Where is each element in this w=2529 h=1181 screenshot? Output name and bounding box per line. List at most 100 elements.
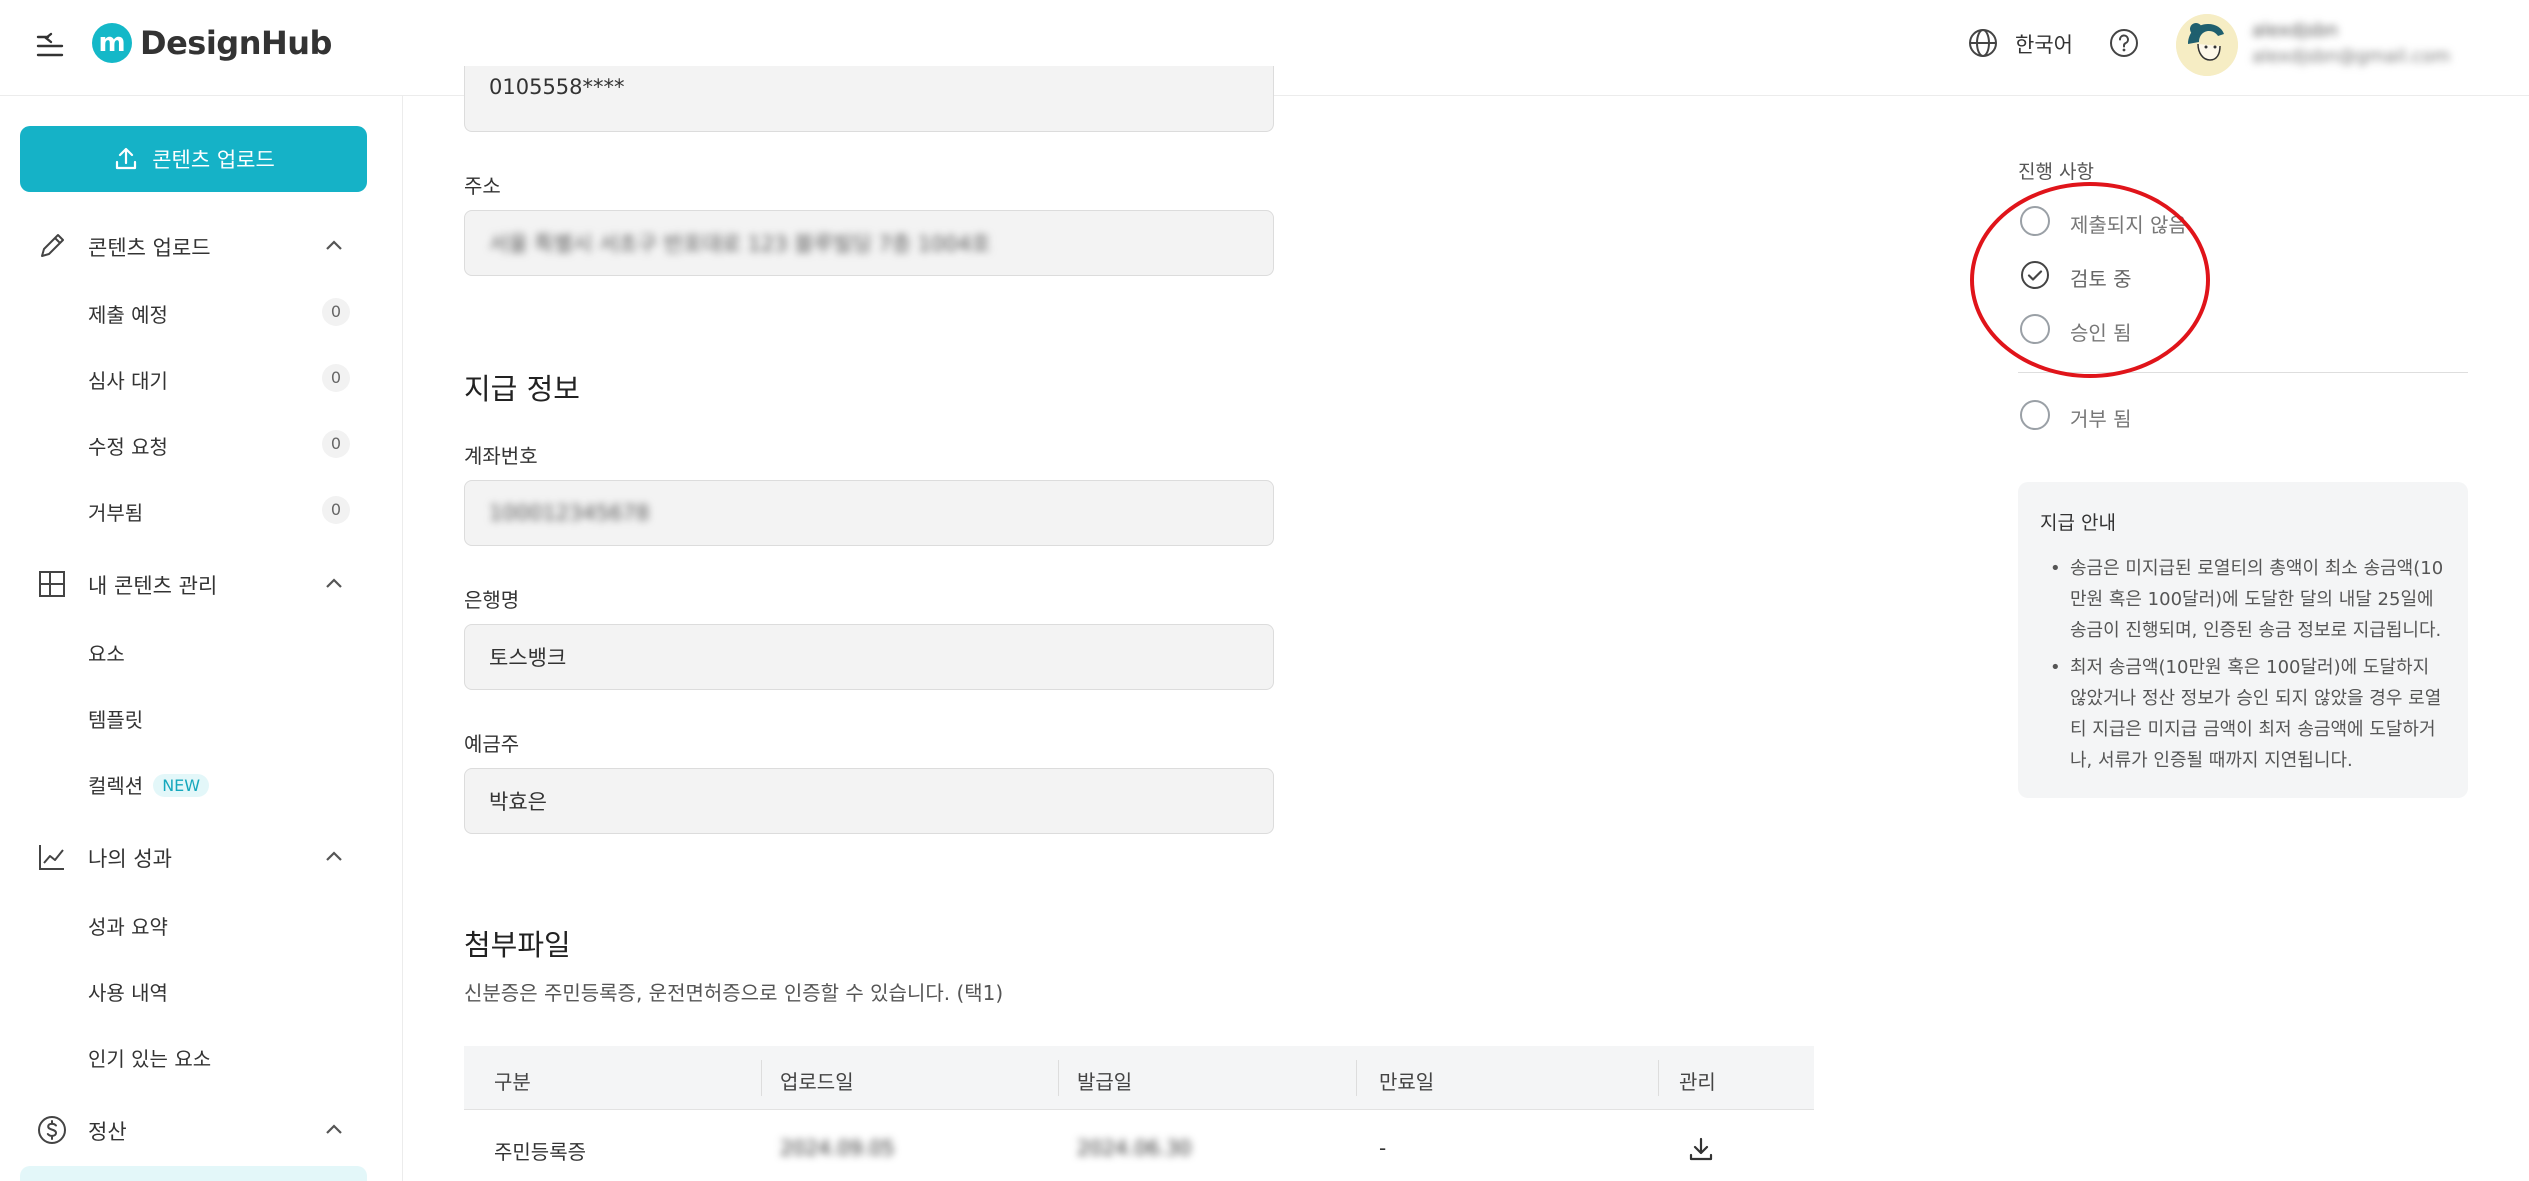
attachments-table-header: 구분 업로드일 발급일 만료일 관리 [464,1046,1814,1110]
phone-field[interactable]: 0105558**** [464,66,1274,132]
chart-line-icon [39,845,64,870]
status-title: 진행 사항 [2018,161,2094,183]
radio-empty-icon[interactable] [2020,400,2050,430]
check-circle-icon[interactable] [2020,260,2050,290]
cell-issued: 2024.06.30 [1077,1136,1192,1160]
column-divider [761,1060,762,1096]
sidebar-item-label: 수정 요청 [88,435,168,459]
status-option-label: 승인 됨 [2070,321,2132,345]
chevron-up-icon[interactable] [322,845,346,869]
sidebar-section-label: 나의 성과 [88,847,172,871]
guide-item: 송금은 미지급된 로열티의 총액이 최소 송금액(10만원 혹은 100달러)에… [2040,553,2446,646]
sidebar-item-review-waiting[interactable]: 심사 대기 0 [0,355,403,401]
logo-icon[interactable]: m [92,23,132,63]
holder-value: 박효은 [489,790,547,814]
chevron-up-icon[interactable] [322,234,346,258]
cell-type: 주민등록증 [494,1140,586,1164]
count-badge: 0 [322,298,350,326]
account-field[interactable]: 100012345678 [464,480,1274,546]
status-option-label: 거부 됨 [2070,407,2132,431]
table-row: 주민등록증 2024.09.05 2024.06.30 - [464,1110,1814,1181]
status-option-reviewing[interactable]: 검토 중 [2018,256,2498,296]
sidebar-item-edit-request[interactable]: 수정 요청 0 [0,421,403,467]
attachments-description: 신분증은 주민등록증, 운전면허증으로 인증할 수 있습니다. (택1) [464,981,1004,1005]
address-value: 서울 특별시 서초구 반포대로 123 블루빌딩 7층 1004호 [489,232,991,256]
sidebar-item-usage-history[interactable]: 사용 내역 [0,967,403,1013]
sidebar-section-label: 내 콘텐츠 관리 [88,574,218,598]
status-option-rejected[interactable]: 거부 됨 [2018,396,2498,436]
divider [2018,372,2468,373]
sidebar-item-label: 사용 내역 [88,981,168,1005]
content-upload-button[interactable]: 콘텐츠 업로드 [20,126,367,192]
attachments-title: 첨부파일 [464,928,571,962]
count-badge: 0 [322,430,350,458]
sidebar-item-popular-elements[interactable]: 인기 있는 요소 [0,1033,403,1079]
status-option-not-submitted[interactable]: 제출되지 않음 [2018,202,2498,242]
sidebar-item-active[interactable] [20,1166,367,1181]
sidebar-section-content-upload[interactable]: 콘텐츠 업로드 [0,220,403,270]
sidebar-item-label: 거부됨 [88,501,144,525]
column-header: 만료일 [1379,1070,1435,1094]
sidebar-section-label: 콘텐츠 업로드 [88,236,211,260]
address-field[interactable]: 서울 특별시 서초구 반포대로 123 블루빌딩 7층 1004호 [464,210,1274,276]
language-selector[interactable]: 한국어 [2015,29,2073,59]
logo-text[interactable]: DesignHub [140,24,332,62]
sidebar-item-label: 성과 요약 [88,915,168,939]
sidebar-item-elements[interactable]: 요소 [0,628,403,674]
help-icon[interactable] [2108,27,2140,59]
column-divider [1058,1060,1059,1096]
sidebar-item-templates[interactable]: 템플릿 [0,694,403,740]
account-label: 계좌번호 [464,444,538,468]
payment-guide-box: 지급 안내 송금은 미지급된 로열티의 총액이 최소 송금액(10만원 혹은 1… [2018,482,2468,798]
column-header: 구분 [494,1070,531,1094]
sidebar-item-label: 템플릿 [88,708,144,732]
holder-label: 예금주 [464,732,520,756]
column-header: 관리 [1679,1070,1716,1094]
status-option-label: 제출되지 않음 [2070,213,2187,237]
sidebar-item-label: 제출 예정 [88,303,168,327]
sidebar-section-settlement[interactable]: 정산 [0,1104,403,1154]
column-header: 업로드일 [780,1070,854,1094]
column-divider [1658,1060,1659,1096]
bank-label: 은행명 [464,588,520,612]
sidebar-item-performance-summary[interactable]: 성과 요약 [0,901,403,947]
holder-field[interactable]: 박효은 [464,768,1274,834]
download-icon[interactable] [1687,1135,1715,1163]
sidebar-item-label: 요소 [88,642,125,666]
phone-value: 0105558**** [489,75,625,99]
cell-uploaded: 2024.09.05 [780,1136,895,1160]
new-badge: NEW [153,774,210,797]
avatar[interactable] [2176,14,2238,76]
guide-title: 지급 안내 [2040,512,2116,534]
upload-icon [116,147,137,170]
status-option-label: 검토 중 [2070,267,2132,291]
sidebar-item-label: 컬렉션 NEW [88,770,210,799]
radio-empty-icon[interactable] [2020,314,2050,344]
sidebar-section-my-content[interactable]: 내 콘텐츠 관리 [0,558,403,608]
sidebar-item-pending-submit[interactable]: 제출 예정 0 [0,289,403,335]
sidebar: 콘텐츠 업로드 콘텐츠 업로드 제출 예정 0 심사 대기 0 수정 요청 0 … [0,96,403,1181]
payment-info-title: 지급 정보 [464,372,580,406]
column-header: 발급일 [1077,1070,1133,1094]
status-option-approved[interactable]: 승인 됨 [2018,310,2498,350]
sidebar-item-rejected[interactable]: 거부됨 0 [0,487,403,533]
sidebar-item-label: 심사 대기 [88,369,168,393]
sidebar-item-label: 인기 있는 요소 [88,1047,212,1071]
sidebar-section-my-performance[interactable]: 나의 성과 [0,831,403,881]
user-email: alexdjsbn@gmail.com [2252,46,2451,67]
globe-icon[interactable] [1966,26,2000,60]
column-divider [1356,1060,1357,1096]
menu-collapse-icon[interactable] [32,28,68,64]
account-value: 100012345678 [489,501,650,525]
user-name: alexdjsbn [2252,20,2339,41]
chevron-up-icon[interactable] [322,572,346,596]
bank-value: 토스뱅크 [489,646,567,670]
bank-field[interactable]: 토스뱅크 [464,624,1274,690]
sidebar-item-collections[interactable]: 컬렉션 NEW [0,760,403,806]
chevron-up-icon[interactable] [322,1118,346,1142]
dollar-circle-icon [38,1116,66,1144]
address-label: 주소 [464,174,501,198]
upload-button-label: 콘텐츠 업로드 [152,148,275,172]
cell-expires: - [1379,1136,1387,1160]
radio-empty-icon[interactable] [2020,206,2050,236]
